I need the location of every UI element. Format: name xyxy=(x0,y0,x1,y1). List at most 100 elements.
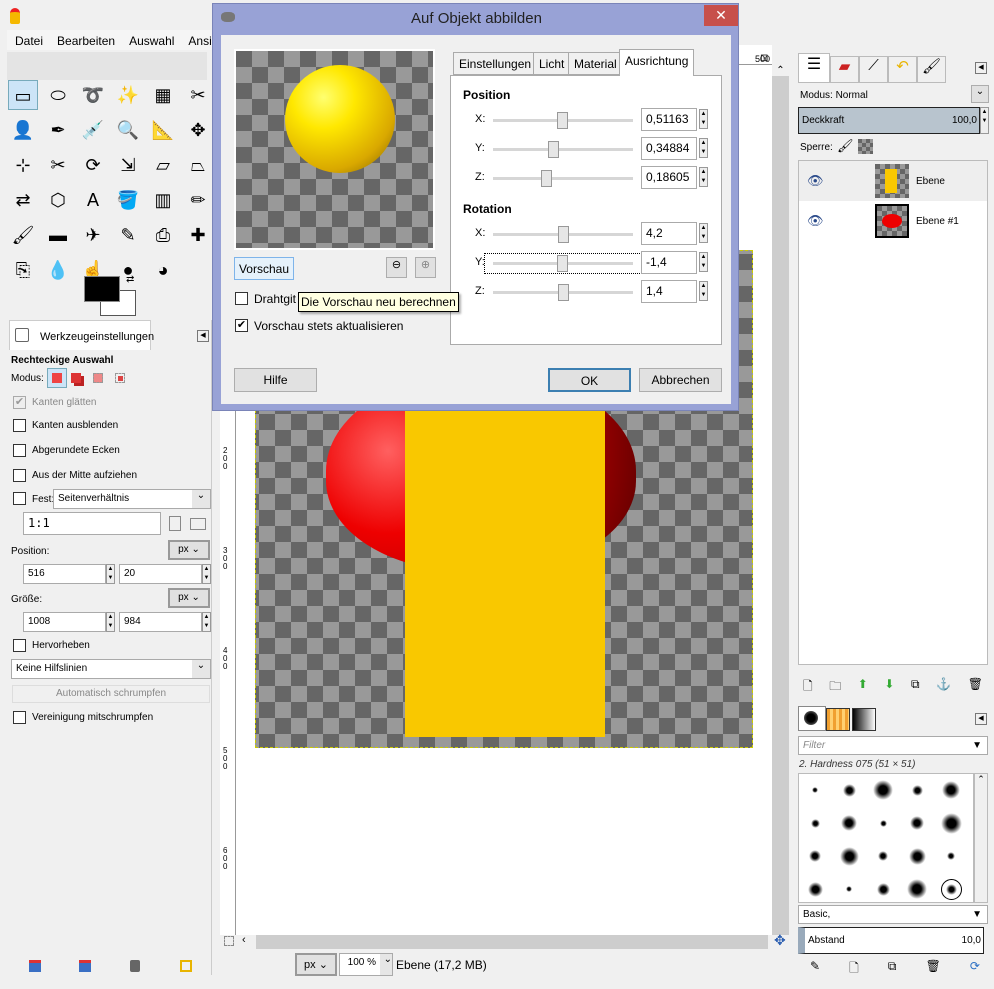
slider-thumb[interactable] xyxy=(548,141,560,158)
ratio-input[interactable]: 1:1 xyxy=(23,512,161,535)
menu-bearbeiten[interactable]: Bearbeiten xyxy=(57,34,115,48)
position-spinner[interactable]: ▲ ▼ xyxy=(699,138,708,158)
brush-preset[interactable] xyxy=(812,787,818,793)
brush-preset[interactable] xyxy=(911,784,923,796)
delete-options-icon[interactable] xyxy=(130,960,140,972)
spacing-slider[interactable]: Abstand 10,0 xyxy=(798,927,984,954)
delete-brush-icon[interactable]: 🗑 xyxy=(926,959,941,980)
raise-layer-icon[interactable]: ⬆ xyxy=(858,677,868,698)
layer-mode-dropdown[interactable]: ⌄ xyxy=(971,85,989,103)
zoom-tool[interactable]: 🔍 xyxy=(113,115,143,145)
layer-row[interactable]: 👁 Ebene #1 xyxy=(799,201,987,241)
panel-menu-button[interactable]: ◀ xyxy=(975,62,987,74)
rotation-value-input[interactable]: 1,4 xyxy=(641,280,697,303)
scale-tool[interactable]: ⇲ xyxy=(113,150,143,180)
brush-preset[interactable] xyxy=(809,850,821,862)
from-center-checkbox[interactable] xyxy=(13,469,26,482)
brush-grid-scrollbar[interactable]: ⌃ xyxy=(974,773,988,903)
perspective-clone-tool[interactable]: ⎘ xyxy=(8,255,38,285)
brush-preset[interactable] xyxy=(841,815,857,831)
perspective-tool[interactable]: ⏢ xyxy=(183,150,213,180)
scroll-left-icon[interactable]: ‹ xyxy=(242,934,246,946)
position-y-spinner[interactable]: ▲ ▼ xyxy=(202,564,211,584)
brush-preset[interactable] xyxy=(879,819,887,827)
brush-preset[interactable] xyxy=(839,846,859,866)
help-button[interactable]: Hilfe xyxy=(234,368,317,392)
position-spinner[interactable]: ▲ ▼ xyxy=(699,167,708,187)
guides-dropdown[interactable]: Keine Hilfslinien ⌄ xyxy=(11,659,211,679)
position-slider[interactable] xyxy=(493,141,633,158)
antialias-checkbox[interactable]: ✔ xyxy=(13,396,26,409)
fuzzy-select-tool[interactable]: ✨ xyxy=(113,80,143,110)
new-group-icon[interactable]: 🗀 xyxy=(829,677,841,698)
align-tool[interactable]: ⊹ xyxy=(8,150,38,180)
color-picker-tool[interactable]: 💉 xyxy=(78,115,108,145)
opacity-spinner[interactable]: ▲ ▼ xyxy=(980,107,989,134)
portrait-icon[interactable] xyxy=(169,516,181,531)
brush-tag-input[interactable]: Basic, ▼ xyxy=(798,905,988,924)
fixed-dropdown[interactable]: Seitenverhältnis ⌄ xyxy=(53,489,211,509)
feather-checkbox[interactable] xyxy=(13,419,26,432)
text-tool[interactable]: A xyxy=(78,185,108,215)
swap-colors-icon[interactable]: ⇄ xyxy=(126,274,134,285)
mode-replace-button[interactable] xyxy=(47,368,67,388)
zoom-select[interactable]: 100 % ⌄ xyxy=(339,953,393,976)
brush-preset[interactable] xyxy=(846,886,852,892)
mode-intersect-button[interactable] xyxy=(115,373,125,383)
rotation-spinner[interactable]: ▲ ▼ xyxy=(699,281,708,301)
quick-mask-toggle[interactable] xyxy=(224,936,234,946)
rotation-value-input[interactable]: -1,4 xyxy=(641,251,697,274)
pencil-tool[interactable]: ✏ xyxy=(183,185,213,215)
heal-tool[interactable]: ✚ xyxy=(183,220,213,250)
slider-thumb[interactable] xyxy=(558,284,569,301)
lasso-tool[interactable]: ➰ xyxy=(78,80,108,110)
visibility-eye-icon[interactable]: 👁 xyxy=(807,213,824,229)
tab-licht[interactable]: Licht xyxy=(533,52,571,75)
size-unit-select[interactable]: px ⌄ xyxy=(168,588,210,608)
lock-alpha-icon[interactable] xyxy=(858,139,873,154)
paths-tool[interactable]: ✒ xyxy=(43,115,73,145)
position-unit-select[interactable]: px ⌄ xyxy=(168,540,210,560)
tab-paths[interactable]: ⟋ xyxy=(859,56,888,83)
foreground-color-swatch[interactable] xyxy=(84,276,120,302)
crop-tool[interactable]: ✂ xyxy=(43,150,73,180)
duplicate-brush-icon[interactable]: ⧉ xyxy=(888,959,897,980)
rotate-tool[interactable]: ⟳ xyxy=(78,150,108,180)
tab-tool-options[interactable]: Werkzeugeinstellungen xyxy=(9,320,154,350)
bucket-fill-tool[interactable]: 🪣 xyxy=(113,185,143,215)
rotation-value-input[interactable]: 4,2 xyxy=(641,222,697,245)
wireframe-checkbox[interactable] xyxy=(235,292,248,305)
delete-layer-icon[interactable]: 🗑 xyxy=(968,677,983,698)
brush-preset[interactable] xyxy=(942,781,960,799)
zoom-out-button[interactable]: ⊖ xyxy=(386,257,407,278)
brush-preset[interactable] xyxy=(947,852,955,860)
mode-add-button[interactable] xyxy=(71,373,81,383)
landscape-icon[interactable] xyxy=(190,518,206,530)
rounded-checkbox[interactable] xyxy=(13,444,26,457)
tab-layers[interactable]: ☰ xyxy=(798,53,830,83)
size-height-spinner[interactable]: ▲ ▼ xyxy=(202,612,211,632)
restore-options-icon[interactable] xyxy=(79,960,91,972)
slider-thumb[interactable] xyxy=(556,255,568,272)
visibility-eye-icon[interactable]: 👁 xyxy=(807,173,824,189)
tab-brush[interactable] xyxy=(798,706,826,731)
brush-preset[interactable] xyxy=(878,851,888,861)
fixed-checkbox[interactable] xyxy=(13,492,26,505)
brush-preset[interactable] xyxy=(908,847,926,865)
brush-preset[interactable] xyxy=(810,818,820,828)
clone-tool[interactable]: ⎙ xyxy=(148,220,178,250)
position-y-input[interactable]: 20 xyxy=(119,564,202,584)
menu-datei[interactable]: Datei xyxy=(15,34,43,48)
position-x-input[interactable]: 516 xyxy=(23,564,106,584)
tab-ausrichtung[interactable]: Ausrichtung xyxy=(619,49,695,76)
lock-pixels-icon[interactable]: 🖌 xyxy=(837,138,854,154)
brush-preset[interactable] xyxy=(842,783,856,797)
rotation-spinner[interactable]: ▲ ▼ xyxy=(699,252,708,272)
position-value-input[interactable]: 0,51163 xyxy=(641,108,697,131)
tab-material[interactable]: Material xyxy=(568,52,623,75)
lower-layer-icon[interactable]: ⬇ xyxy=(884,677,894,698)
horizontal-scrollbar[interactable] xyxy=(256,935,768,949)
slider-thumb[interactable] xyxy=(558,226,569,243)
blend-tool[interactable]: ▥ xyxy=(148,185,178,215)
rotation-slider[interactable] xyxy=(484,253,642,274)
